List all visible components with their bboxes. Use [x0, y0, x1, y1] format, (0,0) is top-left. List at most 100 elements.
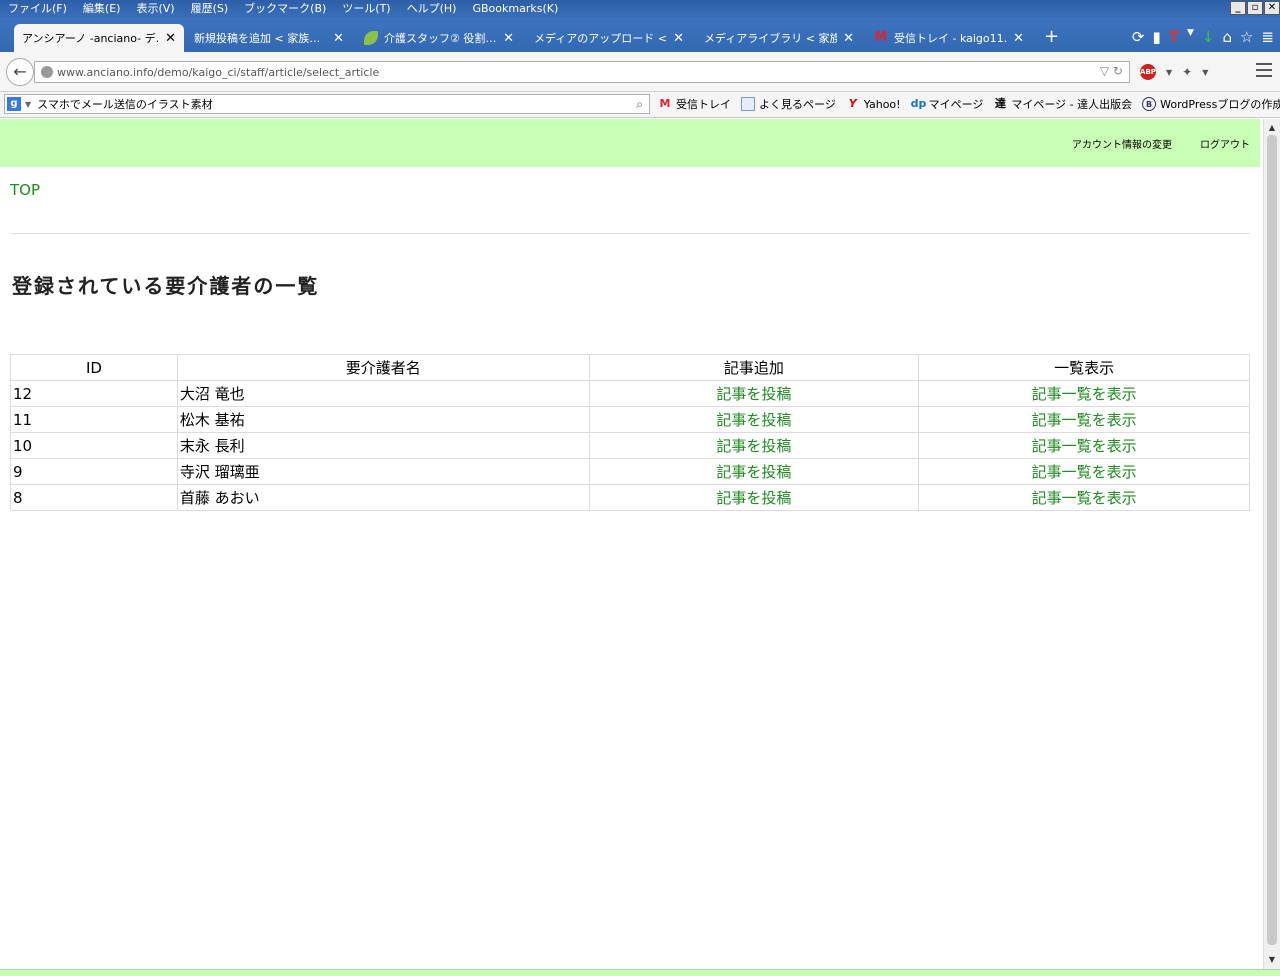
account-settings-link[interactable]: アカウント情報の変更 — [1072, 136, 1172, 151]
star-icon[interactable]: ☆ — [1240, 28, 1253, 46]
chevron-down-icon[interactable]: ▼ — [1187, 28, 1194, 46]
tab-care-staff[interactable]: 介護スタッフ② 役割… ✕ — [356, 24, 522, 52]
tab-strip: アンシアーノ -anciano- デ… ✕ 新規投稿を追加 < 家族… ✕ 介護… — [0, 18, 1280, 52]
post-article-link[interactable]: 記事を投稿 — [716, 489, 791, 507]
cell-id: 10 — [10, 432, 178, 459]
cell-add: 記事を投稿 — [588, 458, 920, 485]
menu-bookmarks[interactable]: ブックマーク(B) — [236, 0, 334, 18]
minimize-icon[interactable]: _ — [1230, 1, 1246, 15]
close-icon[interactable]: ✕ — [503, 31, 514, 46]
dp-icon: dp — [910, 97, 927, 110]
cell-id: 11 — [10, 406, 178, 433]
post-article-link[interactable]: 記事を投稿 — [716, 463, 791, 481]
view-articles-link[interactable]: 記事一覧を表示 — [1032, 437, 1137, 455]
cell-list: 記事一覧を表示 — [918, 458, 1250, 485]
chevron-down-icon[interactable]: ▼ — [25, 100, 31, 109]
extension-icon[interactable]: ✦ — [1182, 65, 1192, 79]
scroll-down-icon[interactable]: ▼ — [1265, 953, 1279, 967]
close-icon[interactable]: ✕ — [673, 31, 684, 46]
view-articles-link[interactable]: 記事一覧を表示 — [1032, 463, 1137, 481]
tatsujin-icon: 達 — [994, 97, 1006, 110]
tab-media-library[interactable]: メディアライブラリ < 家族も… ✕ — [696, 24, 862, 52]
search-input[interactable]: g ▼ スマホでメール送信のイラスト素材 ⌕ — [4, 94, 650, 114]
url-bar[interactable]: www.anciano.info/demo/kaigo_ci/staff/art… — [34, 61, 1130, 83]
blog-icon: B — [1142, 97, 1157, 111]
bookmark-mypage[interactable]: dp マイページ — [911, 96, 984, 112]
cell-name: 松木 基祐 — [176, 406, 590, 433]
back-button[interactable]: ← — [6, 58, 34, 86]
menu-edit[interactable]: 編集(E) — [75, 0, 129, 18]
table-row: 11 松木 基祐 記事を投稿 記事一覧を表示 — [10, 406, 1250, 433]
tab-media-upload[interactable]: メディアのアップロード < 家… ✕ — [526, 24, 692, 52]
column-header-id: ID — [10, 354, 178, 381]
menu-file[interactable]: ファイル(F) — [0, 0, 75, 18]
restore-icon[interactable]: ▫ — [1247, 1, 1263, 15]
tab-inbox[interactable]: M 受信トレイ - kaigo11… ✕ — [866, 24, 1032, 52]
adblock-icon[interactable]: ABP — [1140, 64, 1156, 80]
leaf-icon — [364, 31, 378, 45]
menu-history[interactable]: 履歴(S) — [183, 0, 237, 18]
cell-add: 記事を投稿 — [588, 380, 920, 407]
tab-label: 受信トレイ - kaigo11… — [894, 32, 1008, 45]
close-icon[interactable]: ✕ — [333, 31, 344, 46]
bookmark-list: M 受信トレイ よく見るページ Y Yahoo! dp マイページ 達 マイペー… — [658, 96, 1280, 112]
search-value: スマホでメール送信のイラスト素材 — [37, 98, 213, 111]
scroll-thumb[interactable] — [1267, 135, 1277, 945]
cell-id: 12 — [10, 380, 178, 407]
post-article-link[interactable]: 記事を投稿 — [716, 411, 791, 429]
reload-icon[interactable]: ▽ ↻ — [1100, 64, 1123, 78]
view-articles-link[interactable]: 記事一覧を表示 — [1032, 489, 1137, 507]
download-icon[interactable]: ↓ — [1202, 28, 1215, 46]
bookmark-icon[interactable]: ▮ — [1152, 28, 1160, 46]
table-row: 8 首藤 あおい 記事を投稿 記事一覧を表示 — [10, 484, 1250, 511]
menu-help[interactable]: ヘルプ(H) — [399, 0, 465, 18]
bookmark-label: マイページ - 達人出版会 — [1011, 98, 1133, 111]
home-icon[interactable]: ⌂ — [1222, 28, 1232, 46]
cell-list: 記事一覧を表示 — [918, 380, 1250, 407]
tab-new-post[interactable]: 新規投稿を追加 < 家族… ✕ — [186, 24, 352, 52]
reader-icon[interactable]: ≣ — [1261, 28, 1274, 46]
table-row: 12 大沼 竜也 記事を投稿 記事一覧を表示 — [10, 380, 1250, 407]
cell-add: 記事を投稿 — [588, 484, 920, 511]
close-icon[interactable]: ✕ — [1013, 31, 1024, 46]
vertical-scrollbar[interactable]: ▲ ▼ — [1263, 119, 1280, 969]
search-icon[interactable]: ⌕ — [636, 97, 643, 112]
bookmark-tatsujin[interactable]: 達 マイページ - 達人出版会 — [993, 96, 1132, 112]
chevron-down-icon[interactable]: ▼ — [1166, 68, 1172, 77]
close-window-icon[interactable]: ✕ — [1264, 1, 1280, 15]
view-articles-link[interactable]: 記事一覧を表示 — [1032, 385, 1137, 403]
post-article-link[interactable]: 記事を投稿 — [716, 385, 791, 403]
close-icon[interactable]: ✕ — [843, 31, 854, 46]
view-articles-link[interactable]: 記事一覧を表示 — [1032, 411, 1137, 429]
cell-add: 記事を投稿 — [588, 432, 920, 459]
arrow-left-icon: ← — [13, 62, 27, 81]
cell-id: 8 — [10, 484, 178, 511]
tab-label: メディアのアップロード < 家… — [534, 32, 667, 45]
scroll-up-icon[interactable]: ▲ — [1265, 121, 1279, 135]
chevron-down-icon[interactable]: ▼ — [1202, 68, 1208, 77]
bookmark-inbox[interactable]: M 受信トレイ — [658, 96, 731, 112]
globe-icon — [41, 66, 53, 78]
bookmark-wordpress[interactable]: B WordPressブログの作成… — [1142, 96, 1280, 112]
menu-bar: ファイル(F) 編集(E) 表示(V) 履歴(S) ブックマーク(B) ツール(… — [0, 0, 1280, 18]
post-article-link[interactable]: 記事を投稿 — [716, 437, 791, 455]
menu-tools[interactable]: ツール(T) — [334, 0, 398, 18]
close-icon[interactable]: ✕ — [165, 31, 176, 46]
page-title: 登録されている要介護者の一覧 — [12, 274, 320, 298]
menu-view[interactable]: 表示(V) — [128, 0, 182, 18]
page-icon — [741, 97, 755, 111]
bookmark-yahoo[interactable]: Y Yahoo! — [846, 97, 901, 111]
tab-anciano[interactable]: アンシアーノ -anciano- デ… ✕ — [14, 24, 184, 52]
google-icon: g — [7, 97, 21, 111]
top-link[interactable]: TOP — [10, 181, 40, 199]
sync-icon[interactable]: ⟳ — [1132, 28, 1145, 46]
menu-icon[interactable] — [1256, 63, 1272, 77]
bookmarks-bar: g ▼ スマホでメール送信のイラスト素材 ⌕ M 受信トレイ よく見るページ Y… — [0, 92, 1280, 118]
bookmark-frequent[interactable]: よく見るページ — [741, 96, 836, 112]
cell-list: 記事一覧を表示 — [918, 432, 1250, 459]
new-tab-icon[interactable]: + — [1044, 26, 1059, 47]
logout-link[interactable]: ログアウト — [1200, 136, 1250, 151]
t-icon[interactable]: T — [1169, 28, 1179, 46]
menu-gbookmarks[interactable]: GBookmarks(K) — [464, 0, 566, 18]
nav-extensions: ABP ▼ ✦ ▼ — [1140, 64, 1208, 80]
